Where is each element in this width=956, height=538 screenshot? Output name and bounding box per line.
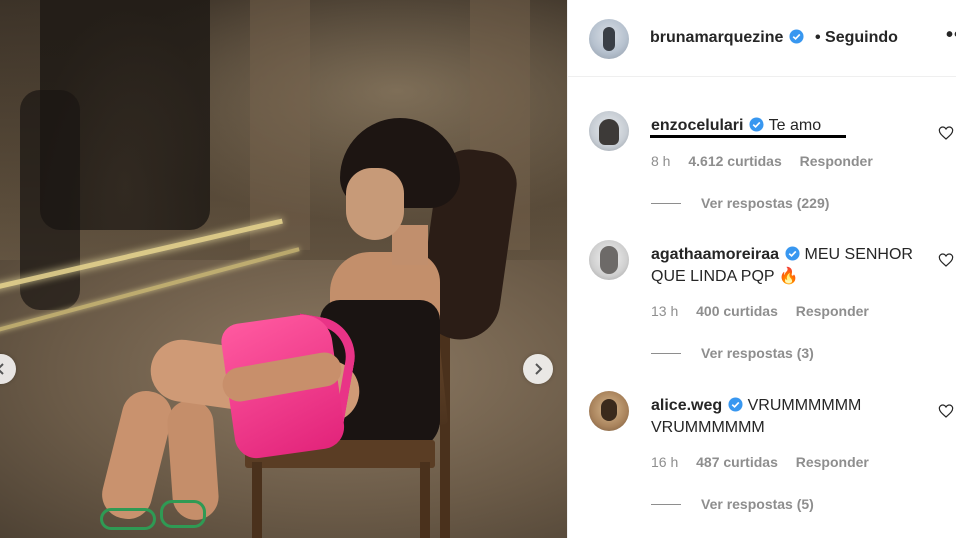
comment-time: 16 h (651, 454, 679, 470)
highlight-underline (650, 135, 846, 138)
verified-badge-icon (785, 246, 800, 261)
green-sandal (160, 500, 206, 528)
verified-badge-icon (789, 29, 804, 44)
comment-time: 13 h (651, 303, 679, 319)
woman-face (346, 168, 404, 240)
comment-text-row: alice.weg VRUMMMMMM VRUMMMMMM (651, 395, 931, 439)
comment-meta: 16 h 487 curtidas Responder (651, 454, 883, 470)
replies-divider (651, 503, 681, 505)
following-button[interactable]: • Seguindo (815, 29, 898, 47)
woman-neck (392, 225, 428, 265)
view-replies-label: Ver respostas (229) (701, 195, 830, 211)
chair-leg (420, 462, 430, 538)
post-photo[interactable] (0, 0, 567, 538)
view-replies-button[interactable]: Ver respostas (3) (651, 345, 814, 361)
commenter-avatar[interactable] (589, 391, 629, 431)
carousel-next-button[interactable] (523, 354, 553, 384)
chair-leg (252, 462, 262, 538)
comment-likes[interactable]: 400 curtidas (696, 303, 778, 319)
chevron-right-icon (535, 363, 543, 375)
reply-button[interactable]: Responder (796, 454, 869, 470)
comment-text-row: agathaamoreiraa MEU SENHOR QUE LINDA PQP… (651, 244, 931, 288)
comment-meta: 13 h 400 curtidas Responder (651, 303, 883, 319)
heart-icon[interactable] (938, 125, 954, 141)
commenter-avatar[interactable] (589, 240, 629, 280)
background-pillar (250, 0, 310, 250)
comment-likes[interactable]: 487 curtidas (696, 454, 778, 470)
comments-panel: brunamarquezine • Seguindo ••• enzocelul… (567, 0, 956, 538)
comment-time: 8 h (651, 153, 671, 169)
comment-likes[interactable]: 4.612 curtidas (688, 153, 781, 169)
view-replies-button[interactable]: Ver respostas (5) (651, 496, 814, 512)
commenter-username[interactable]: enzocelulari (651, 117, 743, 134)
view-replies-label: Ver respostas (3) (701, 345, 814, 361)
heart-icon[interactable] (938, 403, 954, 419)
reply-button[interactable]: Responder (796, 303, 869, 319)
view-replies-button[interactable]: Ver respostas (229) (651, 195, 829, 211)
author-avatar[interactable] (589, 19, 629, 59)
heart-icon[interactable] (938, 252, 954, 268)
post-header: brunamarquezine • Seguindo ••• (568, 0, 956, 77)
replies-divider (651, 202, 681, 204)
commenter-username[interactable]: alice.weg (651, 397, 722, 414)
comment-meta: 8 h 4.612 curtidas Responder (651, 153, 887, 169)
verified-badge-icon (728, 397, 743, 412)
commenter-username[interactable]: agathaamoreiraa (651, 246, 779, 263)
verified-badge-icon (749, 117, 765, 132)
replies-divider (651, 352, 681, 354)
chevron-left-icon (0, 363, 4, 375)
author-username[interactable]: brunamarquezine (650, 29, 783, 46)
commenter-avatar[interactable] (589, 111, 629, 151)
reply-button[interactable]: Responder (800, 153, 873, 169)
more-options-button[interactable]: ••• (946, 24, 956, 47)
comment-text-row: enzocelulari Te amo (651, 115, 931, 137)
comment-body: Te amo (768, 117, 822, 134)
view-replies-label: Ver respostas (5) (701, 496, 814, 512)
author-username-row[interactable]: brunamarquezine (650, 29, 804, 47)
green-sandal (100, 508, 156, 530)
